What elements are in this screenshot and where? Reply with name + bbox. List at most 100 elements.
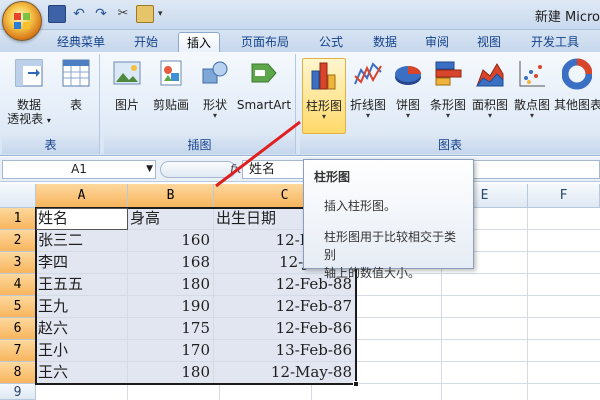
select-all-corner[interactable] (0, 184, 36, 208)
row-header-8[interactable]: 8 (0, 362, 36, 384)
pivot-label-1: 数据 (16, 98, 41, 112)
cell-b1[interactable]: 身高 (128, 208, 214, 230)
cell-b6[interactable]: 175 (128, 318, 214, 340)
picture-button[interactable]: 图片 (110, 58, 144, 134)
column-header-b[interactable]: B (128, 184, 214, 208)
table-label: 表 (69, 98, 82, 112)
row-header-3[interactable]: 3 (0, 252, 36, 274)
bar-chart-label: 条形图 ▾ (429, 98, 466, 120)
tab-developer[interactable]: 开发工具 (522, 32, 588, 52)
clipart-button[interactable]: 剪贴画 (148, 58, 194, 134)
scatter-chart-button[interactable]: 散点图 ▾ (512, 58, 552, 134)
shapes-button[interactable]: 形状 ▾ (198, 58, 232, 134)
area-chart-label: 面积图 ▾ (471, 98, 508, 120)
formula-pill (160, 161, 236, 178)
save-icon[interactable] (48, 5, 66, 23)
tooltip-line: 插入柱形图。 (324, 199, 397, 213)
shapes-label: 形状 ▾ (202, 98, 227, 120)
undo-icon[interactable]: ↶ (70, 5, 88, 23)
column-chart-label: 柱形图 ▾ (305, 99, 342, 121)
smartart-button[interactable]: SmartArt (236, 58, 292, 134)
cell-c7[interactable]: 13-Feb-86 (214, 340, 356, 362)
column-chart-icon (311, 62, 336, 90)
ribbon-tabs: 经典菜单 开始 插入 页面布局 公式 数据 审阅 视图 开发工具 (0, 30, 600, 52)
line-chart-icon (354, 62, 382, 85)
name-box[interactable]: A1 ▼ (2, 160, 156, 179)
row-header-4[interactable]: 4 (0, 274, 36, 296)
office-button[interactable] (2, 1, 42, 41)
tab-classic-menu[interactable]: 经典菜单 (50, 32, 112, 52)
name-box-dropdown-icon[interactable]: ▼ (146, 161, 153, 178)
pie-chart-button[interactable]: 饼图 ▾ (390, 58, 426, 134)
other-charts-button[interactable]: 其他图表 (554, 58, 600, 134)
clipart-label: 剪贴画 (152, 98, 189, 112)
line-chart-label: 折线图 ▾ (349, 98, 386, 120)
cell-a7[interactable]: 王小 (36, 340, 128, 362)
cell-b3[interactable]: 168 (128, 252, 214, 274)
worksheet-grid[interactable]: A B C D E F 1 2 3 4 5 6 7 8 9 姓名 身高 出生日期… (0, 184, 600, 400)
tab-formulas[interactable]: 公式 (308, 32, 354, 52)
pivot-table-button[interactable]: 数据 透视表 ▾ (6, 58, 52, 134)
line-chart-button[interactable]: 折线图 ▾ (348, 58, 388, 134)
column-chart-button[interactable]: 柱形图 ▾ (302, 58, 346, 134)
cell-b7[interactable]: 170 (128, 340, 214, 362)
bar-chart-icon (435, 61, 462, 86)
shapes-icon (202, 61, 228, 84)
cell-a4[interactable]: 王五五 (36, 274, 128, 296)
cell-b4[interactable]: 180 (128, 274, 214, 296)
row-header-6[interactable]: 6 (0, 318, 36, 340)
cell-b2[interactable]: 160 (128, 230, 214, 252)
formula-bar-row: A1 ▼ fx 姓名 (0, 157, 600, 182)
cell-c5[interactable]: 12-Feb-87 (214, 296, 356, 318)
cell-c6[interactable]: 12-Feb-86 (214, 318, 356, 340)
window-title: 新建 Micro (534, 10, 600, 25)
tab-page-layout[interactable]: 页面布局 (232, 32, 298, 52)
other-charts-label: 其他图表 (554, 98, 600, 112)
formula-controls: fx (160, 160, 241, 179)
fill-handle[interactable] (353, 381, 359, 387)
pie-chart-icon (395, 66, 421, 85)
row-header-9[interactable]: 9 (0, 384, 36, 400)
redo-icon[interactable]: ↷ (92, 5, 110, 23)
area-chart-button[interactable]: 面积图 ▾ (470, 58, 510, 134)
qat-dropdown-icon[interactable]: ▾ (158, 5, 168, 23)
cell-a8[interactable]: 王六 (36, 362, 128, 384)
tab-insert[interactable]: 插入 (178, 32, 220, 52)
tab-review[interactable]: 审阅 (414, 32, 460, 52)
column-header-f[interactable]: F (528, 184, 600, 208)
row-header-5[interactable]: 5 (0, 296, 36, 318)
cell-a3[interactable]: 李四 (36, 252, 128, 274)
tab-home[interactable]: 开始 (122, 32, 170, 52)
group-illustrations: 图片 剪贴画 形状 ▾ SmartArt 插图 (104, 54, 296, 154)
cell-b5[interactable]: 190 (128, 296, 214, 318)
pivot-label-2: 透视表 ▾ (7, 112, 51, 126)
pivot-table-icon (15, 59, 43, 87)
tab-data[interactable]: 数据 (362, 32, 408, 52)
cell-a1[interactable]: 姓名 (36, 208, 128, 230)
cell-b8[interactable]: 180 (128, 362, 214, 384)
scatter-chart-label: 散点图 ▾ (513, 98, 550, 120)
smartart-label: SmartArt (236, 98, 292, 112)
row-header-2[interactable]: 2 (0, 230, 36, 252)
tooltip-title: 柱形图 (314, 170, 351, 184)
paste-icon[interactable] (136, 5, 154, 23)
empty-row-9[interactable] (36, 384, 356, 400)
row-header-1[interactable]: 1 (0, 208, 36, 230)
column-header-a[interactable]: A (36, 184, 128, 208)
tab-view[interactable]: 视图 (466, 32, 512, 52)
picture-icon (113, 61, 141, 85)
cell-a2[interactable]: 张三二 (36, 230, 128, 252)
table-button[interactable]: 表 (56, 58, 96, 134)
cell-a6[interactable]: 赵六 (36, 318, 128, 340)
pie-chart-label: 饼图 ▾ (395, 98, 420, 120)
smartart-icon (251, 63, 277, 83)
ribbon: 数据 透视表 ▾ 表 表 图片 剪贴画 形状 ▾ SmartArt 插图 柱形图… (0, 52, 600, 156)
row-header-7[interactable]: 7 (0, 340, 36, 362)
cell-c8[interactable]: 12-May-88 (214, 362, 356, 384)
bar-chart-button[interactable]: 条形图 ▾ (428, 58, 468, 134)
tooltip-description: 柱形图用于比较相交于类别 轴上的数值大小。 (324, 228, 463, 282)
insert-function-icon[interactable]: fx (230, 162, 241, 176)
format-painter-icon[interactable]: ✂ (114, 5, 132, 23)
cell-a5[interactable]: 王九 (36, 296, 128, 318)
name-box-value: A1 (71, 162, 87, 176)
